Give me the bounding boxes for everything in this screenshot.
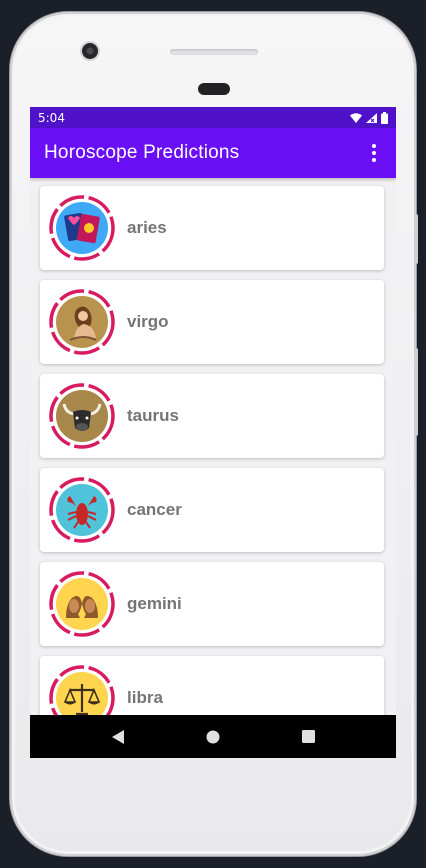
status-icons — [350, 111, 388, 124]
sign-card-virgo[interactable]: virgo — [40, 280, 384, 364]
maiden-icon — [56, 296, 108, 348]
home-icon[interactable] — [203, 727, 223, 747]
twins-icon — [56, 578, 108, 630]
app-bar: Horoscope Predictions — [30, 128, 396, 178]
proximity-sensor — [198, 83, 230, 95]
earpiece-speaker — [170, 49, 258, 55]
scales-icon — [56, 672, 108, 715]
volume-button — [414, 348, 418, 436]
status-bar: 5:04 — [30, 107, 396, 128]
sign-card-libra[interactable]: libra — [40, 656, 384, 715]
back-icon[interactable] — [108, 727, 128, 747]
wifi-icon — [350, 112, 362, 123]
signal-icon — [366, 112, 377, 123]
sign-label: gemini — [127, 594, 182, 613]
sign-label: libra — [127, 688, 163, 707]
sign-label: cancer — [127, 500, 182, 519]
sign-card-taurus[interactable]: taurus — [40, 374, 384, 458]
sign-label: aries — [127, 218, 167, 237]
bull-icon — [56, 390, 108, 442]
sign-label: taurus — [127, 406, 179, 425]
sign-list[interactable]: aries virgo taurus cancer gemini libra — [30, 178, 396, 715]
navigation-bar — [30, 715, 396, 758]
sign-card-aries[interactable]: aries — [40, 186, 384, 270]
recents-icon[interactable] — [298, 727, 318, 747]
app-title: Horoscope Predictions — [44, 142, 240, 163]
status-time: 5:04 — [38, 110, 65, 125]
sign-card-gemini[interactable]: gemini — [40, 562, 384, 646]
screen: 5:04 Horoscope Predictions aries virgo t… — [30, 107, 396, 758]
tarot-cards-icon — [56, 202, 108, 254]
sign-card-cancer[interactable]: cancer — [40, 468, 384, 552]
front-camera — [82, 43, 98, 59]
crab-icon — [56, 484, 108, 536]
power-button — [414, 214, 418, 264]
battery-icon — [381, 111, 388, 124]
more-vert-icon[interactable] — [366, 142, 382, 164]
sign-label: virgo — [127, 312, 169, 331]
